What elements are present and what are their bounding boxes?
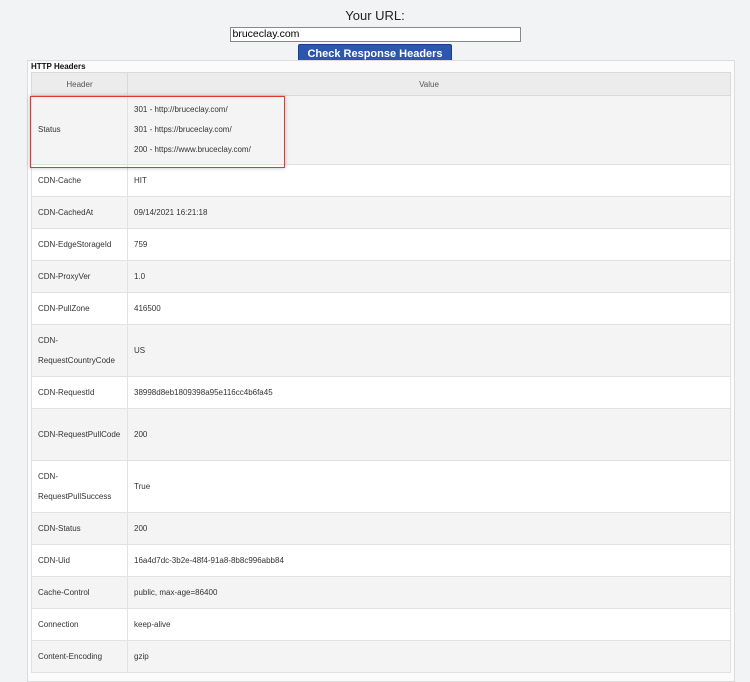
status-redirect-2: 301 - https://bruceclay.com/	[134, 125, 232, 134]
header-name: CDN-Cache	[31, 164, 128, 197]
table-row: CDN-Cache HIT	[31, 164, 731, 197]
header-value: 200	[127, 512, 731, 545]
column-header-value: Value	[127, 72, 731, 96]
url-label: Your URL:	[345, 8, 405, 23]
header-value: 759	[127, 228, 731, 261]
table-row-status: Status 301 - http://bruceclay.com/ 301 -…	[31, 95, 731, 165]
headers-table: Header Value Status 301 - http://brucecl…	[31, 72, 731, 673]
status-final: 200 - https://www.bruceclay.com/	[134, 145, 251, 154]
header-value: keep-alive	[127, 608, 731, 641]
header-name: CDN-RequestId	[31, 376, 128, 409]
header-value: 09/14/2021 16:21:18	[127, 196, 731, 229]
table-row: Cache-Control public, max-age=86400	[31, 576, 731, 609]
header-value: public, max-age=86400	[127, 576, 731, 609]
status-redirect-1: 301 - http://bruceclay.com/	[134, 105, 228, 114]
header-value: True	[127, 460, 731, 513]
header-value: 1.0	[127, 260, 731, 293]
header-name: Content-Encoding	[31, 640, 128, 673]
header-name: CDN-PullZone	[31, 292, 128, 325]
table-row: CDN-RequestPullCode 200	[31, 408, 731, 461]
table-row: CDN-PullZone 416500	[31, 292, 731, 325]
header-value: gzip	[127, 640, 731, 673]
table-header-row: Header Value	[31, 72, 731, 96]
table-row: CDN-Status 200	[31, 512, 731, 545]
header-name: CDN-CachedAt	[31, 196, 128, 229]
header-name: CDN-RequestPullCode	[31, 408, 128, 461]
table-row: Content-Encoding gzip	[31, 640, 731, 673]
status-values: 301 - http://bruceclay.com/ 301 - https:…	[127, 95, 731, 165]
table-row: CDN-CachedAt 09/14/2021 16:21:18	[31, 196, 731, 229]
header-name: CDN-RequestCountryCode	[31, 324, 128, 377]
header-name: Connection	[31, 608, 128, 641]
table-row: CDN-RequestCountryCode US	[31, 324, 731, 377]
table-row: CDN-Uid 16a4d7dc-3b2e-48f4-91a8-8b8c996a…	[31, 544, 731, 577]
header-name: Status	[31, 95, 128, 165]
column-header-header: Header	[31, 72, 128, 96]
table-row: CDN-RequestPullSuccess True	[31, 460, 731, 513]
header-value: 38998d8eb1809398a95e116cc4b6fa45	[127, 376, 731, 409]
header-value: 16a4d7dc-3b2e-48f4-91a8-8b8c996abb84	[127, 544, 731, 577]
panel-title: HTTP Headers	[31, 62, 86, 71]
header-value: 200	[127, 408, 731, 461]
url-form: Your URL: Check Response Headers	[0, 0, 750, 64]
header-value: US	[127, 324, 731, 377]
header-value: HIT	[127, 164, 731, 197]
header-name: CDN-RequestPullSuccess	[31, 460, 128, 513]
http-headers-panel: HTTP Headers Header Value Status 301 - h…	[27, 60, 735, 682]
table-row: CDN-EdgeStorageId 759	[31, 228, 731, 261]
header-value: 416500	[127, 292, 731, 325]
header-name: CDN-EdgeStorageId	[31, 228, 128, 261]
header-name: CDN-Status	[31, 512, 128, 545]
header-name: CDN-Uid	[31, 544, 128, 577]
table-row: CDN-ProxyVer 1.0	[31, 260, 731, 293]
header-name: CDN-ProxyVer	[31, 260, 128, 293]
table-row: CDN-RequestId 38998d8eb1809398a95e116cc4…	[31, 376, 731, 409]
header-name: Cache-Control	[31, 576, 128, 609]
url-input[interactable]	[229, 26, 521, 42]
table-row: Connection keep-alive	[31, 608, 731, 641]
